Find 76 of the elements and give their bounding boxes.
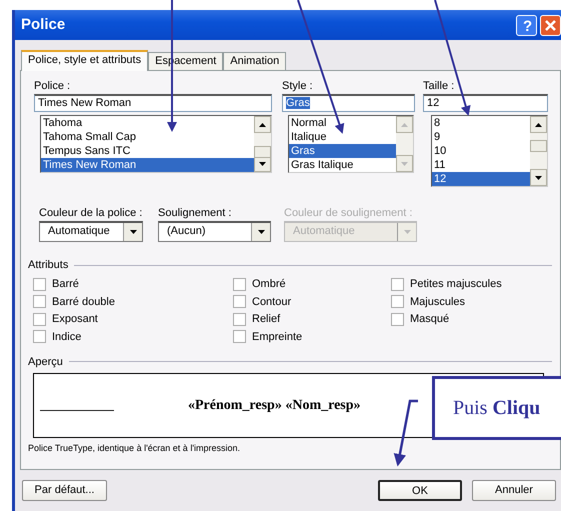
list-item[interactable]: Gras — [289, 144, 396, 158]
checkbox[interactable] — [391, 295, 404, 308]
checkbox[interactable] — [233, 295, 246, 308]
checkbox[interactable] — [33, 295, 46, 308]
checkbox-label: Majuscules — [410, 294, 466, 310]
up-arrow-icon — [259, 122, 266, 126]
field-label: Couleur de la police : — [39, 206, 143, 221]
checkbox-label: Barré double — [52, 294, 115, 310]
checkbox-label: Barré — [52, 277, 79, 292]
field-label: Soulignement : — [158, 206, 232, 221]
field-label: Couleur de soulignement : — [284, 206, 414, 221]
scroll-thumb[interactable] — [254, 146, 271, 158]
list-item[interactable]: 9 — [432, 130, 530, 144]
list-item[interactable]: Normal — [289, 116, 396, 130]
dropdown[interactable]: (Aucun) — [158, 221, 271, 242]
down-arrow-icon — [130, 230, 136, 234]
list-item[interactable]: 8 — [432, 116, 530, 130]
help-button[interactable]: ? — [516, 14, 537, 36]
checkbox[interactable] — [33, 312, 46, 326]
checkbox[interactable] — [233, 330, 246, 344]
close-icon[interactable] — [540, 14, 561, 36]
list-item[interactable]: 11 — [432, 158, 530, 172]
scrollbar[interactable] — [530, 116, 547, 186]
checkbox[interactable] — [391, 278, 404, 291]
checkbox[interactable] — [233, 278, 246, 291]
scrollbar[interactable] — [254, 116, 271, 172]
checkbox-label: Masqué — [410, 312, 450, 327]
note-text: Police TrueType, identique à l'écran et à l'impression. — [28, 442, 242, 455]
checkbox[interactable] — [33, 330, 46, 344]
tab[interactable]: Animation — [223, 52, 286, 70]
checkbox-label: Ombré — [252, 277, 286, 292]
checkbox-label: Indice — [52, 330, 82, 344]
dropdown[interactable]: Automatique — [39, 221, 143, 242]
window-title: Police — [21, 14, 66, 35]
list-box[interactable]: Normal Italique Gras Gras Italique — [288, 115, 414, 173]
list-item[interactable]: Italique — [289, 130, 396, 144]
group-title: Attributs — [28, 258, 68, 273]
list-item[interactable]: Tahoma Small Cap — [41, 130, 254, 144]
annotation-arrow — [394, 400, 418, 466]
text-field[interactable]: Times New Roman — [34, 94, 272, 112]
list-box[interactable]: 8 9 10 11 12 — [431, 115, 548, 187]
list-item[interactable]: Tahoma — [41, 116, 254, 130]
list-item[interactable]: Gras Italique — [289, 158, 396, 172]
down-arrow-icon — [259, 162, 266, 166]
checkbox-label: Exposant — [52, 312, 98, 327]
checkbox-label: Contour — [252, 294, 292, 310]
checkbox[interactable] — [33, 278, 46, 291]
preview-text: «Prénom_resp» «Nom_resp» — [188, 397, 361, 415]
button[interactable]: OK — [378, 480, 462, 501]
button[interactable]: Par défaut... — [22, 480, 107, 501]
up-arrow-icon — [535, 122, 542, 126]
field-label: Style : — [282, 79, 314, 94]
checkbox-label: Relief — [252, 312, 280, 327]
checkbox[interactable] — [391, 312, 404, 326]
down-arrow-icon — [404, 230, 410, 234]
down-arrow-icon — [401, 162, 408, 166]
list-item[interactable]: 12 — [432, 172, 530, 186]
list-item[interactable]: Times New Roman — [41, 158, 254, 172]
list-item[interactable]: Tempus Sans ITC — [41, 144, 254, 158]
callout-text: Puis Cliqu — [432, 376, 561, 440]
down-arrow-icon — [535, 176, 542, 180]
checkbox-label: Petites majuscules — [410, 277, 502, 292]
scroll-thumb[interactable] — [530, 140, 547, 152]
field-label: Taille : — [423, 79, 456, 94]
text-field[interactable]: Gras — [282, 94, 415, 112]
tab[interactable]: Police, style et attributs — [21, 50, 148, 71]
text-field[interactable]: 12 — [423, 94, 548, 112]
button[interactable]: Annuler — [472, 480, 556, 501]
list-item[interactable]: 10 — [432, 144, 530, 158]
down-arrow-icon — [258, 230, 264, 234]
checkbox-label: Empreinte — [252, 330, 302, 344]
up-arrow-icon — [401, 122, 408, 126]
group-title: Aperçu — [28, 354, 63, 370]
field-label: Police : — [34, 79, 72, 94]
checkbox[interactable] — [233, 312, 246, 326]
list-box[interactable]: Tahoma Tahoma Small Cap Tempus Sans ITC Times New Roman — [40, 115, 272, 173]
